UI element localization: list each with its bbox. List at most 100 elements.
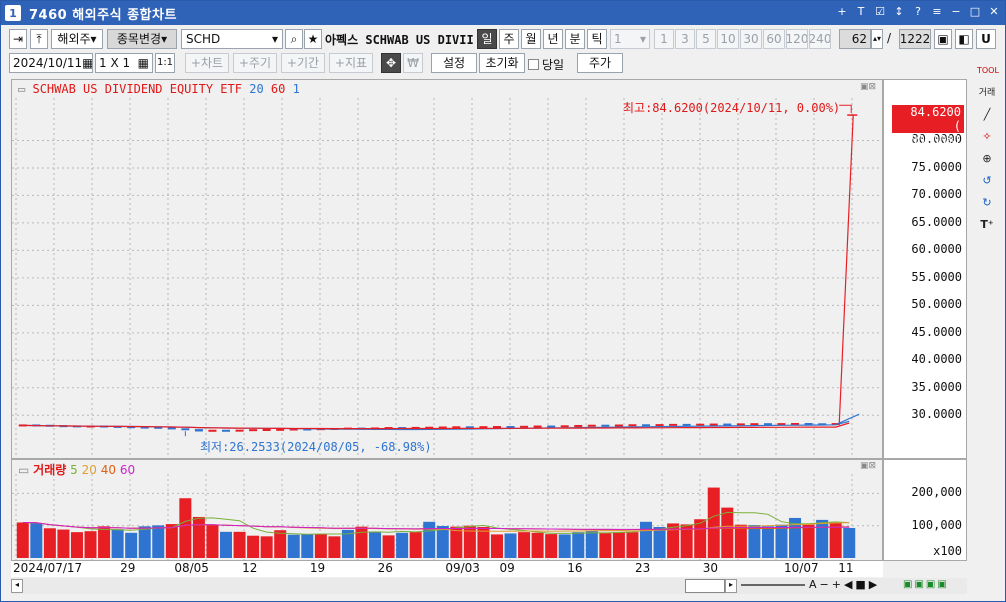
tab-daily[interactable]: 일 [477,29,497,49]
preset-1[interactable]: 1 [654,29,674,49]
x-tick-label: 29 [120,561,136,575]
search-icon[interactable]: ⌕ [285,29,303,49]
tab-minute[interactable]: 분 [565,29,585,49]
checkbox-box[interactable] [528,59,539,70]
u-button[interactable]: U [976,29,996,49]
help-icon[interactable]: ? [911,4,925,20]
zoom-slider[interactable] [741,584,805,586]
volume-bar [490,534,503,558]
vma40-legend: 40 [100,463,116,477]
x-tick-label: 11 [838,561,854,575]
add-range-button[interactable]: +기간 [281,53,325,73]
scroll-left-icon[interactable]: ◂ [11,579,23,593]
symbol-change-button[interactable]: 종목변경 ▾ [107,29,177,49]
tab-yearly[interactable]: 년 [543,29,563,49]
link-toggle-icon[interactable]: ⇥ [9,29,27,49]
scroll-thumb[interactable] [685,579,725,593]
volume-bar [98,526,111,558]
price-panel[interactable]: ▭ SCHWAB US DIVIDEND EQUITY ETF 20 60 1 … [11,79,891,459]
volume-bar [233,531,246,558]
redo-icon[interactable]: ↻ [977,193,997,213]
preset-240[interactable]: 240 [809,29,831,49]
settings-button[interactable]: 설정 [431,53,477,73]
today-checkbox[interactable]: 당일 [528,56,564,73]
market-select[interactable]: 해외주 ▾ [51,29,103,49]
tool-icon[interactable]: TOOL [977,61,999,81]
y-tick-label: 65.0000 [911,214,962,229]
maximize-icon[interactable]: □ [968,4,982,20]
undo-icon[interactable]: ↺ [977,171,997,191]
minimize-icon[interactable]: − [949,4,963,20]
preset-30[interactable]: 30 [740,29,762,49]
text-icon[interactable]: T [854,4,868,20]
one-to-one-button[interactable]: 1:1 [155,53,175,73]
trade-icon[interactable]: 거래 [977,83,997,103]
reset-button[interactable]: 초기화 [479,53,525,73]
symbol-input[interactable]: SCHD ▾ [181,29,283,49]
chart-window: 1 7460 해외주식 종합차트 + T ☑ ↕ ? ≡ − □ ✕ ⇥ ⤒ 해… [0,0,1006,602]
scroll-right-icon[interactable]: ▸ [725,579,737,593]
count-spin-icon[interactable]: ▴▾ [871,29,883,49]
menu-icon[interactable]: ≡ [930,4,944,20]
price-legend-title: SCHWAB US DIVIDEND EQUITY ETF [32,82,242,96]
vma60-legend: 60 [119,463,136,477]
volume-bar [301,534,314,558]
candle [547,425,556,428]
date-value: 2024/10/11 [13,56,83,70]
tab-weekly[interactable]: 주 [499,29,519,49]
volume-chart-svg[interactable] [12,460,891,560]
scroll-bar[interactable]: ◂ ▸ A−+◀■▶ ▣▣▣▣ [11,578,967,594]
add-chart-button[interactable]: +차트 [185,53,229,73]
split-icon[interactable]: ◧ [955,29,973,49]
candle [181,428,190,431]
add-indicator-button[interactable]: +지표 [329,53,373,73]
save-icon[interactable]: ▣ [934,29,952,49]
volume-bar [599,533,612,558]
add-period-button[interactable]: +주기 [233,53,277,73]
grid-icon[interactable]: ▦ [138,54,149,72]
pin-icon[interactable]: ⤒ [30,29,48,49]
price-chart-svg[interactable] [12,80,891,458]
last-price: 84.6200 [910,105,961,119]
preset-60[interactable]: 60 [763,29,785,49]
playback-controls[interactable]: A−+◀■▶ [809,578,880,591]
preset-10[interactable]: 10 [717,29,739,49]
zoom-icon[interactable]: ⊕ [977,149,997,169]
volume-panel[interactable]: ▭ 거래량 5 20 40 60 ▣⊠ [11,459,891,561]
preset-5[interactable]: 5 [696,29,716,49]
panel-window-icons[interactable]: ▣⊠ [860,461,876,471]
y-tick-label: 40.0000 [911,352,962,367]
preset-120[interactable]: 120 [786,29,808,49]
close-icon[interactable]: ✕ [987,4,1001,20]
low-label: 최저:26.2533(2024/08/05, -68.98%) [200,440,432,454]
volume-bar [287,534,300,558]
tab-tick[interactable]: 틱 [587,29,607,49]
count-input[interactable]: 62 [839,29,871,49]
text-tool-icon[interactable]: T⁺ [977,215,997,235]
price-button[interactable]: 주가 [577,53,623,73]
volume-bar [721,507,734,558]
calendar-icon[interactable]: ▦ [82,54,92,72]
plus-icon[interactable]: + [835,4,849,20]
date-input[interactable]: 2024/10/11 ▦ [9,53,93,73]
volume-bar [260,536,273,558]
fibonacci-icon[interactable]: ✧ [977,127,997,147]
volume-bar [707,487,720,558]
volume-bar [84,531,97,558]
line-tool-icon[interactable]: ╱ [977,105,997,125]
link-icon[interactable]: ↕ [892,4,906,20]
symbol-change-label: 종목변경 [116,32,162,46]
volume-bar [396,532,409,558]
crosshair-icon[interactable]: ✥ [381,53,401,73]
tab-monthly[interactable]: 월 [521,29,541,49]
panel-window-icons[interactable]: ▣⊠ [860,82,876,92]
currency-button[interactable]: ₩ [403,53,423,73]
volume-bar [612,532,625,558]
star-icon[interactable]: ★ [304,29,322,49]
volume-bar [640,521,652,558]
period-value-select[interactable]: 1 ▾ [610,29,650,49]
preset-3[interactable]: 3 [675,29,695,49]
export-icons[interactable]: ▣▣▣▣ [903,579,949,590]
layout-select[interactable]: 1 X 1 ▦ [95,53,153,73]
check-icon[interactable]: ☑ [873,4,887,20]
